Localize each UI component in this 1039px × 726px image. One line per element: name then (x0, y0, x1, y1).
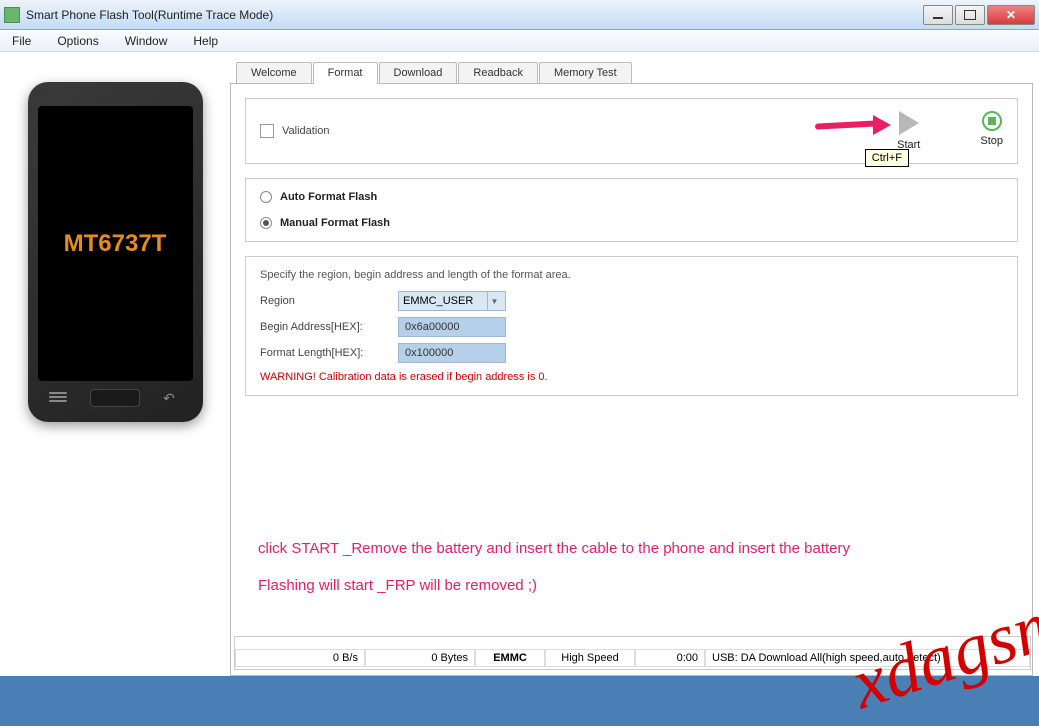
chipset-label: MT6737T (64, 230, 167, 258)
format-length-row: Format Length[HEX]: (260, 343, 1003, 363)
warning-text: WARNING! Calibration data is erased if b… (260, 371, 1003, 383)
titlebar: Smart Phone Flash Tool(Runtime Trace Mod… (0, 0, 1039, 30)
back-icon: ↶ (163, 392, 181, 404)
region-value: EMMC_USER (403, 295, 473, 307)
status-bytes: 0 Bytes (365, 649, 475, 667)
chevron-down-icon: ▼ (487, 292, 501, 310)
auto-format-label: Auto Format Flash (280, 191, 377, 203)
region-panel: Specify the region, begin address and le… (245, 256, 1018, 396)
format-length-input[interactable] (398, 343, 506, 363)
phone-bm-label: BM (34, 88, 48, 98)
begin-address-label: Begin Address[HEX]: (260, 321, 390, 333)
home-icon (90, 389, 140, 407)
stop-icon (982, 111, 1002, 131)
content-area: BM MT6737T ↶ Welcome Format Download Rea… (0, 52, 1039, 676)
format-mode-panel: Auto Format Flash Manual Format Flash (245, 178, 1018, 242)
tab-format[interactable]: Format (313, 62, 378, 84)
phone-graphic: BM MT6737T ↶ (28, 82, 203, 422)
minimize-button[interactable] (923, 5, 953, 25)
window-controls (923, 5, 1035, 25)
window-title: Smart Phone Flash Tool(Runtime Trace Mod… (26, 8, 923, 22)
status-time: 0:00 (635, 649, 705, 667)
status-speed: 0 B/s (235, 649, 365, 667)
status-storage: EMMC (475, 649, 545, 667)
validation-label: Validation (282, 125, 330, 137)
instructions-overlay: click START _Remove the battery and inse… (244, 538, 864, 612)
tab-readback[interactable]: Readback (458, 62, 538, 84)
play-icon (899, 111, 919, 135)
main-panel: Welcome Format Download Readback Memory … (230, 52, 1039, 676)
manual-format-radio[interactable] (260, 217, 272, 229)
phone-screen: MT6737T (38, 106, 193, 381)
start-button[interactable]: Start (897, 111, 920, 151)
begin-address-row: Begin Address[HEX]: (260, 317, 1003, 337)
region-label: Region (260, 295, 390, 307)
status-mode: High Speed (545, 649, 635, 667)
app-icon (4, 7, 20, 23)
menubar: File Options Window Help (0, 30, 1039, 52)
app-window: Smart Phone Flash Tool(Runtime Trace Mod… (0, 0, 1039, 676)
status-info: USB: DA Download All(high speed,auto det… (705, 649, 1030, 667)
format-length-label: Format Length[HEX]: (260, 347, 390, 359)
stop-button[interactable]: Stop (980, 111, 1003, 147)
menu-options[interactable]: Options (53, 32, 102, 50)
tab-strip: Welcome Format Download Readback Memory … (236, 62, 1033, 84)
validation-row: Validation (260, 124, 330, 138)
statusbar: 0 B/s 0 Bytes EMMC High Speed 0:00 USB: … (234, 636, 1031, 670)
close-button[interactable] (987, 5, 1035, 25)
region-row: Region EMMC_USER ▼ (260, 291, 1003, 311)
menu-window[interactable]: Window (121, 32, 172, 50)
validation-checkbox[interactable] (260, 124, 274, 138)
menu-file[interactable]: File (8, 32, 35, 50)
auto-format-radio[interactable] (260, 191, 272, 203)
action-buttons: Start Stop (897, 111, 1003, 151)
instruction-line2: Flashing will start _FRP will be removed… (258, 575, 850, 596)
top-panel: Validation Start (245, 98, 1018, 164)
tab-download[interactable]: Download (379, 62, 458, 84)
tab-welcome[interactable]: Welcome (236, 62, 312, 84)
phone-buttons: ↶ (38, 389, 193, 407)
sidebar: BM MT6737T ↶ (0, 52, 230, 676)
menu-help[interactable]: Help (189, 32, 222, 50)
menu-icon (49, 392, 67, 404)
tab-memory-test[interactable]: Memory Test (539, 62, 632, 84)
region-dropdown[interactable]: EMMC_USER ▼ (398, 291, 506, 311)
begin-address-input[interactable] (398, 317, 506, 337)
manual-format-label: Manual Format Flash (280, 217, 390, 229)
manual-format-row: Manual Format Flash (260, 217, 1003, 229)
start-tooltip: Ctrl+F (865, 149, 909, 167)
auto-format-row: Auto Format Flash (260, 191, 1003, 203)
stop-label: Stop (980, 135, 1003, 147)
spec-text: Specify the region, begin address and le… (260, 269, 1003, 281)
format-tab-content: Validation Start (230, 83, 1033, 676)
instruction-line1: click START _Remove the battery and inse… (258, 538, 850, 559)
maximize-button[interactable] (955, 5, 985, 25)
